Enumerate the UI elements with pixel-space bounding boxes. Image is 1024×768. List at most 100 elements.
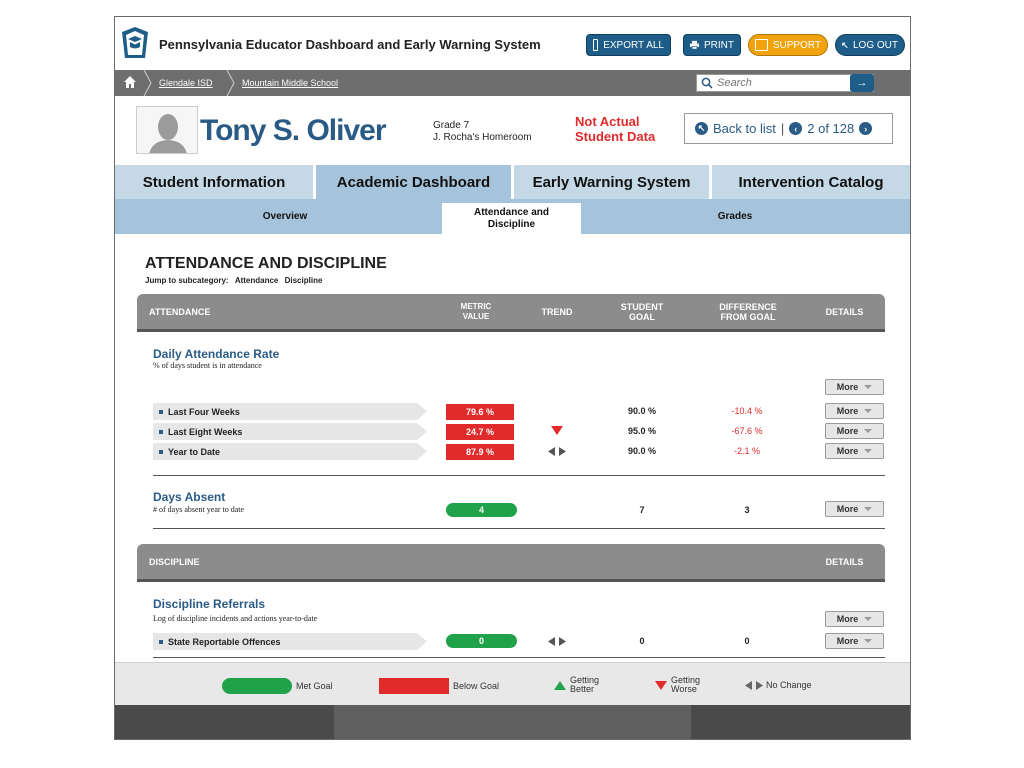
- support-label: SUPPORT: [772, 39, 821, 51]
- caret-down-icon: [864, 617, 873, 621]
- student-goal-value: 0: [639, 636, 645, 646]
- tab-intervention-catalog[interactable]: Intervention Catalog: [712, 165, 910, 199]
- logout-button[interactable]: LOG OUT: [835, 34, 905, 56]
- previous-student-icon[interactable]: ‹: [789, 122, 803, 135]
- getting-worse-icon: [551, 426, 563, 435]
- row-label-state-reportable-offences: State Reportable Offences: [168, 636, 281, 647]
- search-input[interactable]: [717, 77, 847, 89]
- footer-center-panel: [334, 705, 691, 739]
- diff-line1: DIFFERENCE: [719, 301, 777, 312]
- more-button[interactable]: More: [825, 443, 884, 459]
- legend-getting-better: Getting Better: [554, 676, 599, 694]
- column-student-goal: STUDENT GOAL: [607, 294, 677, 329]
- app-header: Pennsylvania Educator Dashboard and Earl…: [115, 17, 910, 70]
- more-button[interactable]: More: [825, 423, 884, 439]
- metric-line2: VALUE: [462, 311, 490, 321]
- caret-down-icon: [864, 385, 873, 389]
- content-area: ATTENDANCE AND DISCIPLINE Jump to subcat…: [115, 234, 910, 662]
- print-label: PRINT: [704, 39, 734, 51]
- column-difference-from-goal: DIFFERENCE FROM GOAL: [705, 294, 791, 329]
- support-button[interactable]: SUPPORT: [748, 34, 828, 56]
- legend-getting-worse: Getting Worse: [655, 676, 700, 694]
- column-trend: TREND: [541, 306, 573, 317]
- subtab-overview[interactable]: Overview: [175, 199, 395, 234]
- homeroom-label: J. Rocha's Homeroom: [433, 132, 532, 143]
- more-label: More: [836, 382, 859, 392]
- getting-better-icon: [554, 680, 566, 690]
- caret-down-icon: [864, 429, 873, 433]
- below-goal-swatch: [379, 678, 449, 694]
- more-button[interactable]: More: [825, 379, 884, 395]
- more-button[interactable]: More: [825, 633, 884, 649]
- more-label: More: [836, 614, 859, 624]
- breadcrumb: Glendale ISD Mountain Middle School →: [115, 70, 910, 96]
- logout-label: LOG OUT: [852, 39, 898, 51]
- column-discipline: DISCIPLINE: [149, 556, 200, 567]
- column-details: DETAILS: [825, 306, 864, 317]
- table-row: Last Eight Weeks: [153, 423, 427, 440]
- jump-link-discipline[interactable]: Discipline: [285, 276, 323, 285]
- tab-early-warning-system[interactable]: Early Warning System: [514, 165, 709, 199]
- student-goal-value: 90.0 %: [627, 406, 657, 416]
- better-line2: Better: [570, 684, 595, 694]
- row-divider: [153, 475, 885, 476]
- print-button[interactable]: PRINT: [683, 34, 741, 56]
- table-row: State Reportable Offences: [153, 633, 427, 650]
- legend-no-change: No Change: [745, 680, 812, 690]
- caret-down-icon: [864, 507, 873, 511]
- grade-info: Grade 7 J. Rocha's Homeroom: [433, 120, 532, 144]
- bullet-icon: [159, 429, 163, 434]
- tab-academic-dashboard[interactable]: Academic Dashboard: [316, 165, 511, 199]
- more-button[interactable]: More: [825, 501, 884, 517]
- tab-student-information[interactable]: Student Information: [115, 165, 313, 199]
- printer-icon: [690, 40, 699, 50]
- student-goal-value: 90.0 %: [627, 446, 657, 456]
- more-label: More: [836, 636, 859, 646]
- legend-no-change-label: No Change: [766, 680, 812, 690]
- save-icon: [593, 39, 599, 51]
- export-all-button[interactable]: EXPORT ALL: [586, 34, 671, 56]
- subtab-attendance-line2: Discipline: [487, 218, 536, 230]
- metric-value-below-goal: 87.9 %: [446, 444, 514, 460]
- home-icon[interactable]: [123, 75, 137, 89]
- caret-down-icon: [864, 449, 873, 453]
- person-silhouette-icon: [137, 107, 197, 153]
- back-arrow-icon[interactable]: ↖: [695, 122, 708, 135]
- row-label-last-four-weeks: Last Four Weeks: [168, 406, 240, 417]
- difference-value: 0: [744, 636, 750, 646]
- caret-down-icon: [864, 639, 873, 643]
- caret-down-icon: [864, 409, 873, 413]
- sub-tabs: Overview Attendance and Discipline Grade…: [115, 199, 910, 234]
- student-goal-value: 7: [639, 505, 645, 515]
- jump-label: Jump to subcategory:: [145, 276, 229, 285]
- app-title: Pennsylvania Educator Dashboard and Earl…: [159, 37, 541, 52]
- jump-link-attendance[interactable]: Attendance: [235, 276, 279, 285]
- back-to-list-link[interactable]: Back to list: [713, 121, 776, 136]
- more-button[interactable]: More: [825, 403, 884, 419]
- met-goal-swatch: [222, 678, 292, 694]
- search-box: [696, 74, 874, 92]
- discipline-referrals-title: Discipline Referrals: [153, 597, 266, 611]
- metric-value-met-goal: 0: [446, 634, 517, 648]
- support-icon: [755, 39, 768, 51]
- subtab-attendance-discipline[interactable]: Attendance and Discipline: [442, 203, 581, 234]
- more-label: More: [836, 504, 859, 514]
- avatar: [136, 106, 198, 154]
- row-label-last-eight-weeks: Last Eight Weeks: [168, 426, 243, 437]
- separator: |: [780, 121, 785, 136]
- legend-below-goal-label: Below Goal: [453, 681, 500, 691]
- daily-attendance-desc: % of days student is in attendance: [153, 361, 262, 370]
- breadcrumb-link-district[interactable]: Glendale ISD: [159, 78, 213, 88]
- student-navigator: ↖ Back to list | ‹ 2 of 128 ›: [684, 113, 893, 144]
- more-button[interactable]: More: [825, 611, 884, 627]
- student-header: Tony S. Oliver Grade 7 J. Rocha's Homero…: [115, 96, 910, 165]
- discipline-referrals-desc: Log of discipline incidents and actions …: [153, 614, 318, 623]
- search-go-button[interactable]: →: [850, 74, 874, 92]
- diff-line2: FROM GOAL: [720, 311, 776, 322]
- breadcrumb-link-school[interactable]: Mountain Middle School: [242, 78, 338, 88]
- student-name: Tony S. Oliver: [200, 114, 386, 147]
- grade-label: Grade 7: [433, 120, 470, 131]
- next-student-icon[interactable]: ›: [859, 122, 873, 135]
- subtab-grades[interactable]: Grades: [625, 199, 845, 234]
- metric-line1: METRIC: [460, 301, 492, 311]
